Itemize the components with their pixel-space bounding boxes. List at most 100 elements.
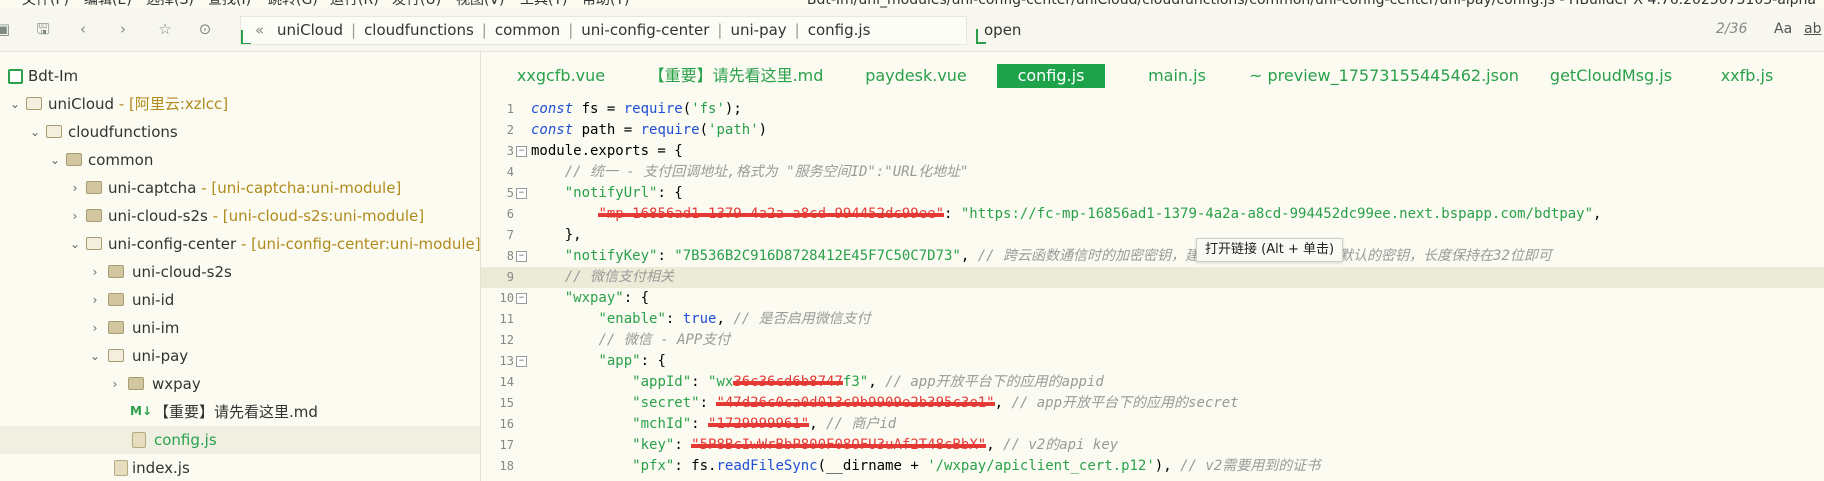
breadcrumb-config-js[interactable]: config.js — [808, 21, 871, 39]
code-line[interactable]: 2 const path = require('path') — [481, 120, 1824, 141]
chevron-down-icon[interactable]: ⌄ — [8, 90, 22, 118]
code-line[interactable]: 17 "key": "5P8BcIwWrBbP800F08OFU3uAf2T48… — [481, 435, 1824, 456]
tab-xxfb-js[interactable]: xxfb.js — [1697, 64, 1797, 88]
tree-item-uni-pay[interactable]: ⌄ uni-pay — [0, 342, 480, 370]
breadcrumb-overflow-icon[interactable]: « — [255, 21, 264, 39]
project-icon — [8, 69, 23, 84]
tree-item-common[interactable]: ⌄ common — [0, 146, 480, 174]
code-line[interactable]: 4 // 统一 - 支付回调地址,格式为 "服务空间ID":"URL化地址" — [481, 162, 1824, 183]
tree-item-label: uniCloud - [阿里云:xzlcc] — [48, 95, 229, 113]
fold-toggle-icon[interactable]: − — [516, 293, 527, 304]
fold-toggle-icon[interactable]: − — [516, 188, 527, 199]
tab-readme-md[interactable]: 【重要】请先看这里.md — [641, 64, 831, 88]
code-token: readFileSync — [716, 458, 818, 474]
tree-item-label: cloudfunctions — [68, 123, 178, 141]
run-icon[interactable]: ⊙ — [194, 18, 216, 40]
code-line[interactable]: 3− module.exports = { — [481, 141, 1824, 162]
match-word-toggle[interactable]: ab — [1804, 16, 1821, 43]
breadcrumb: « uniCloud | cloudfunctions | common | uni-con… — [240, 16, 967, 45]
code-line[interactable]: 16 "mchId": "1729999961", // 商户id — [481, 414, 1824, 435]
menu-tools[interactable]: 工具(T) — [520, 0, 567, 9]
chevron-down-icon[interactable]: ⌄ — [68, 230, 82, 258]
tree-item-uni-im[interactable]: › uni-im — [0, 314, 480, 342]
fold-toggle-icon[interactable]: − — [516, 251, 527, 262]
tree-item-wxpay[interactable]: › wxpay — [0, 370, 480, 398]
tree-item-uni-config-center[interactable]: ⌄ uni-config-center - [uni-config-center… — [0, 230, 480, 258]
tab-getcloudmsg-js[interactable]: getCloudMsg.js — [1541, 64, 1681, 88]
code-line[interactable]: 8− "notifyKey": "7B536B2C916D8728412E45F… — [481, 246, 1824, 267]
chevron-right-icon[interactable]: › — [88, 286, 102, 314]
tree-item-uni-id[interactable]: › uni-id — [0, 286, 480, 314]
breadcrumb-common[interactable]: common — [495, 21, 560, 39]
forward-arrow-icon[interactable]: › — [112, 18, 134, 40]
tab-paydesk-vue[interactable]: paydesk.vue — [853, 64, 979, 88]
back-arrow-icon[interactable]: ‹ — [72, 18, 94, 40]
code-token: "wxpay" — [564, 290, 624, 306]
tree-item-label: Bdt-Im — [28, 67, 79, 85]
fold-toggle-icon[interactable]: − — [516, 146, 527, 157]
tree-item-uni-captcha[interactable]: › uni-captcha - [uni-captcha:uni-module] — [0, 174, 480, 202]
tree-item-project[interactable]: Bdt-Im — [0, 62, 480, 90]
match-case-toggle[interactable]: Aa — [1774, 16, 1792, 43]
redacted-text: "mp-16856ad1-1379-4a2a-a8cd-994452dc99ee… — [598, 206, 945, 222]
star-icon[interactable]: ☆ — [154, 18, 176, 40]
code-line[interactable]: 12 // 微信 - APP支付 — [481, 330, 1824, 351]
chevron-down-icon[interactable]: ⌄ — [88, 342, 102, 370]
tree-item-readme-md[interactable]: M↓ 【重要】请先看这里.md — [0, 398, 480, 426]
menu-publish[interactable]: 发行(U) — [392, 0, 441, 9]
menu-select[interactable]: 选择(S) — [146, 0, 194, 9]
find-match-count: 2/36 — [1716, 21, 1748, 37]
tree-item-cloudfunctions[interactable]: ⌄ cloudfunctions — [0, 118, 480, 146]
code-line[interactable]: 14 "appId": "wx36c36cd6b8747f3", // app开… — [481, 372, 1824, 393]
code-line[interactable]: 11 "enable": true, // 是否启用微信支付 — [481, 309, 1824, 330]
code-line[interactable]: 9 // 微信支付相关 — [481, 267, 1824, 288]
menu-run[interactable]: 运行(R) — [330, 0, 379, 9]
breadcrumb-uni-config-center[interactable]: uni-config-center — [581, 21, 709, 39]
chevron-right-icon[interactable]: › — [108, 370, 122, 398]
menu-find[interactable]: 查找(I) — [208, 0, 251, 9]
menu-edit[interactable]: 编辑(E) — [84, 0, 132, 9]
sidebar-toggle-icon[interactable]: ▣ — [0, 18, 14, 40]
tree-item-uni-cloud-s2s-sub[interactable]: › uni-cloud-s2s — [0, 258, 480, 286]
tree-item-uni-cloud-s2s[interactable]: › uni-cloud-s2s - [uni-cloud-s2s:uni-mod… — [0, 202, 480, 230]
code-line[interactable]: 6 "mp-16856ad1-1379-4a2a-a8cd-994452dc99… — [481, 204, 1824, 225]
code-line[interactable]: 1 const fs = require('fs'); — [481, 99, 1824, 120]
code-line[interactable]: 13− "app": { — [481, 351, 1824, 372]
tree-item-unicloud[interactable]: ⌄ uniCloud - [阿里云:xzlcc] — [0, 90, 480, 118]
menu-goto[interactable]: 跳转(G) — [268, 0, 318, 9]
code-line[interactable]: 7 }, — [481, 225, 1824, 246]
tree-item-config-js[interactable]: config.js — [0, 426, 480, 454]
tab-config-js[interactable]: config.js — [997, 64, 1105, 88]
code-line[interactable]: 15 "secret": "47d26c0ca0d013c9b9909e2b39… — [481, 393, 1824, 414]
code-editor[interactable]: 1 const fs = require('fs'); 2 const path = … — [481, 98, 1824, 481]
chevron-right-icon[interactable]: › — [88, 314, 102, 342]
breadcrumb-cloudfunctions[interactable]: cloudfunctions — [364, 21, 474, 39]
chevron-right-icon[interactable]: › — [88, 258, 102, 286]
code-line[interactable]: 10− "wxpay": { — [481, 288, 1824, 309]
code-line[interactable]: 5− "notifyUrl": { — [481, 183, 1824, 204]
tree-item-index-js[interactable]: index.js — [0, 454, 480, 481]
tree-item-label: common — [88, 151, 154, 169]
chevron-right-icon[interactable]: › — [68, 174, 82, 202]
chevron-right-icon[interactable]: › — [68, 202, 82, 230]
redacted-text: "47d26c0ca0d013c9b9909e2b395c3e1" — [716, 395, 995, 411]
menu-help[interactable]: 帮助(Y) — [582, 0, 629, 9]
fold-toggle-icon[interactable]: − — [516, 356, 527, 367]
tab-preview-json[interactable]: ~ preview_17573155445462.json — [1249, 64, 1519, 88]
code-token: ( — [682, 101, 692, 117]
tab-xxgcfb-vue[interactable]: xxgcfb.vue — [511, 64, 611, 88]
code-line[interactable]: 18 "pfx": fs.readFileSync(__dirname + '/… — [481, 456, 1824, 477]
code-token: const — [531, 122, 574, 138]
menu-file[interactable]: 文件(F) — [22, 0, 69, 9]
find-input[interactable] — [978, 16, 1550, 43]
breadcrumb-unicloud[interactable]: uniCloud — [277, 21, 343, 39]
tab-main-js[interactable]: main.js — [1133, 64, 1221, 88]
save-icon[interactable]: 🖫 — [32, 18, 54, 40]
chevron-down-icon[interactable]: ⌄ — [48, 146, 62, 174]
chevron-down-icon[interactable]: ⌄ — [28, 118, 42, 146]
breadcrumb-separator-icon: | — [794, 21, 800, 39]
breadcrumb-uni-pay[interactable]: uni-pay — [730, 21, 786, 39]
menu-view[interactable]: 视图(V) — [456, 0, 505, 9]
